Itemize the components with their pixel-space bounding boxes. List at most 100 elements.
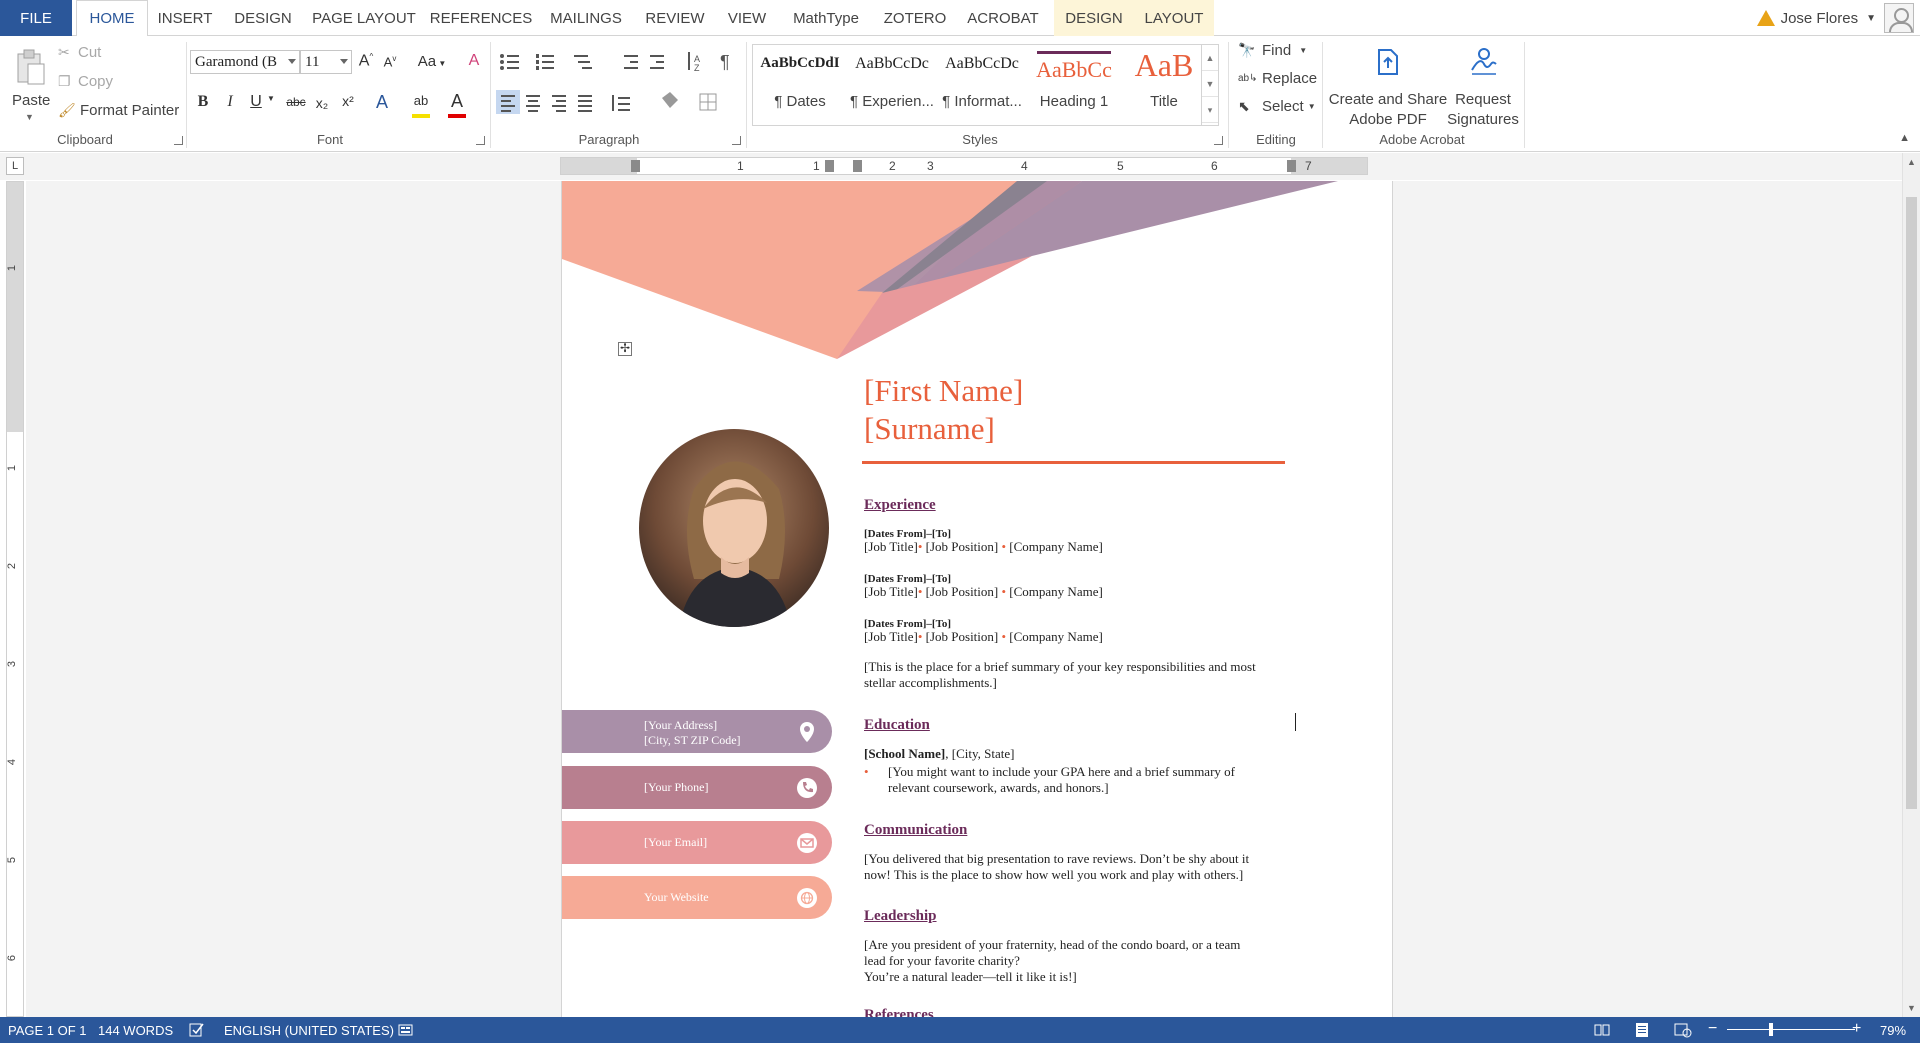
- left-indent-marker[interactable]: [631, 160, 640, 172]
- font-color-button[interactable]: A: [446, 91, 468, 118]
- tab-acrobat[interactable]: ACROBAT: [960, 0, 1046, 36]
- tab-review[interactable]: REVIEW: [638, 0, 712, 36]
- zoom-in-icon[interactable]: +: [1852, 1020, 1861, 1038]
- styles-launcher-icon[interactable]: [1214, 136, 1223, 145]
- superscript-button[interactable]: x²: [338, 93, 358, 109]
- column-marker[interactable]: [825, 160, 834, 172]
- tab-file[interactable]: FILE: [0, 0, 72, 36]
- chevron-down-icon[interactable]: ▼: [266, 94, 276, 103]
- style-title[interactable]: AaB Title: [1119, 47, 1209, 123]
- collapse-ribbon-icon[interactable]: ▲: [1899, 132, 1910, 144]
- company-name: [Company Name]: [1009, 539, 1103, 554]
- font-launcher-icon[interactable]: [476, 136, 485, 145]
- print-layout-icon[interactable]: [1634, 1022, 1650, 1038]
- more-styles-icon[interactable]: ▾: [1202, 97, 1218, 123]
- text-effects-icon[interactable]: A: [372, 92, 392, 113]
- styles-group-label: Styles: [962, 132, 998, 147]
- tab-page-layout[interactable]: PAGE LAYOUT: [308, 0, 420, 36]
- replace-button[interactable]: ab↳ Replace: [1238, 70, 1317, 87]
- tab-mathtype[interactable]: MathType: [782, 0, 870, 36]
- communication-heading: Communication: [864, 822, 968, 838]
- shrink-font-icon[interactable]: Av: [380, 54, 400, 69]
- font-group-label: Font: [316, 132, 343, 147]
- copy-button[interactable]: ❐ Copy: [58, 73, 113, 90]
- zoom-slider[interactable]: [1727, 1029, 1855, 1030]
- ruler-number: 6: [6, 954, 19, 962]
- style-dates[interactable]: AaBbCcDdI ¶ Dates: [755, 47, 845, 123]
- change-case-button[interactable]: Aa ▼: [414, 53, 450, 70]
- tab-table-design[interactable]: DESIGN: [1054, 0, 1134, 36]
- tab-table-layout[interactable]: LAYOUT: [1134, 0, 1214, 36]
- macro-record-icon[interactable]: [398, 1022, 414, 1038]
- proofing-icon[interactable]: [189, 1022, 205, 1038]
- clear-formatting-icon[interactable]: A: [464, 52, 484, 70]
- style-information[interactable]: AaBbCcDc ¶ Informat...: [937, 47, 1027, 123]
- subscript-button[interactable]: x₂: [312, 95, 332, 111]
- chevron-down-icon[interactable]: ▼: [1202, 71, 1218, 97]
- ruler-number: 2: [889, 159, 896, 173]
- paste-button[interactable]: Paste ▼: [4, 40, 54, 130]
- table-move-handle-icon[interactable]: ✢: [618, 342, 632, 356]
- page-count[interactable]: PAGE 1 OF 1: [8, 1023, 87, 1038]
- user-account[interactable]: Jose Flores ▼: [1756, 0, 1920, 36]
- scrollbar-thumb[interactable]: [1906, 197, 1917, 809]
- scroll-down-icon[interactable]: ▼: [1907, 1003, 1916, 1013]
- job-title: [Job Title]: [864, 539, 918, 554]
- bullet-dot: •: [1001, 584, 1007, 599]
- highlight-color-button[interactable]: ab: [410, 92, 432, 118]
- strikethrough-button[interactable]: abc: [282, 95, 310, 109]
- bold-button[interactable]: B: [193, 93, 213, 111]
- surname[interactable]: [Surname]: [864, 411, 995, 447]
- language-indicator[interactable]: ENGLISH (UNITED STATES): [224, 1023, 394, 1038]
- format-painter-button[interactable]: 🖌 Format Painter: [58, 102, 179, 119]
- paragraph-buttons[interactable]: AZ ¶: [496, 50, 746, 120]
- find-button[interactable]: 🔭 Find ▼: [1238, 42, 1307, 59]
- style-experience[interactable]: AaBbCcDc ¶ Experien...: [847, 47, 937, 123]
- vertical-scrollbar[interactable]: ▲ ▼: [1902, 153, 1920, 1017]
- chevron-up-icon[interactable]: ▲: [1202, 45, 1218, 71]
- contact-phone[interactable]: [Your Phone]: [562, 766, 832, 809]
- document-page[interactable]: ✢ [First Name] [Surname] [Your Address] …: [561, 181, 1393, 1017]
- zoom-level[interactable]: 79%: [1880, 1023, 1906, 1038]
- tab-insert[interactable]: INSERT: [152, 0, 218, 36]
- font-name-combo[interactable]: Garamond (B: [190, 50, 300, 74]
- profile-photo[interactable]: [639, 429, 829, 627]
- zoom-slider-thumb[interactable]: [1769, 1023, 1773, 1036]
- contact-email[interactable]: [Your Email]: [562, 821, 832, 864]
- tab-design[interactable]: DESIGN: [226, 0, 300, 36]
- create-share-pdf-button[interactable]: Create and Share Adobe PDF: [1326, 40, 1450, 130]
- tab-selector[interactable]: L: [6, 157, 24, 175]
- tab-home[interactable]: HOME: [76, 0, 148, 37]
- vertical-ruler[interactable]: 1 1 2 3 4 5 6: [6, 181, 24, 1017]
- document-area[interactable]: ✢ [First Name] [Surname] [Your Address] …: [26, 181, 1902, 1017]
- font-size-combo[interactable]: 11: [300, 50, 352, 74]
- styles-gallery-scroll[interactable]: ▲ ▼ ▾: [1201, 45, 1218, 125]
- web-layout-icon[interactable]: [1674, 1022, 1692, 1038]
- horizontal-ruler[interactable]: 1 1 2 3 4 5 6 7: [560, 157, 1368, 175]
- contact-website[interactable]: Your Website: [562, 876, 832, 919]
- contact-address[interactable]: [Your Address] [City, ST ZIP Code]: [562, 710, 832, 753]
- cut-button[interactable]: ✂ Cut: [58, 44, 101, 61]
- right-indent-marker[interactable]: [1287, 160, 1296, 172]
- style-heading-1[interactable]: AaBbCc Heading 1: [1029, 47, 1119, 123]
- word-count[interactable]: 144 WORDS: [98, 1023, 173, 1038]
- italic-button[interactable]: I: [220, 93, 240, 111]
- align-center-icon: [526, 95, 540, 112]
- tab-zotero[interactable]: ZOTERO: [878, 0, 952, 36]
- clipboard-launcher-icon[interactable]: [174, 136, 183, 145]
- column-marker[interactable]: [853, 160, 862, 172]
- tab-mailings[interactable]: MAILINGS: [542, 0, 630, 36]
- request-signatures-button[interactable]: Request Signatures: [1446, 40, 1520, 130]
- paragraph-launcher-icon[interactable]: [732, 136, 741, 145]
- first-name[interactable]: [First Name]: [864, 373, 1023, 409]
- scroll-up-icon[interactable]: ▲: [1907, 157, 1916, 167]
- increase-indent-icon: [650, 55, 664, 69]
- bullet-dot: •: [917, 539, 923, 554]
- underline-button[interactable]: U: [246, 93, 266, 111]
- grow-font-icon[interactable]: A^: [356, 52, 376, 70]
- tab-references[interactable]: REFERENCES: [428, 0, 534, 36]
- tab-view[interactable]: VIEW: [720, 0, 774, 36]
- read-mode-icon[interactable]: [1594, 1022, 1610, 1038]
- select-button[interactable]: ⬉ Select ▼: [1238, 98, 1316, 115]
- zoom-out-icon[interactable]: −: [1708, 1020, 1717, 1038]
